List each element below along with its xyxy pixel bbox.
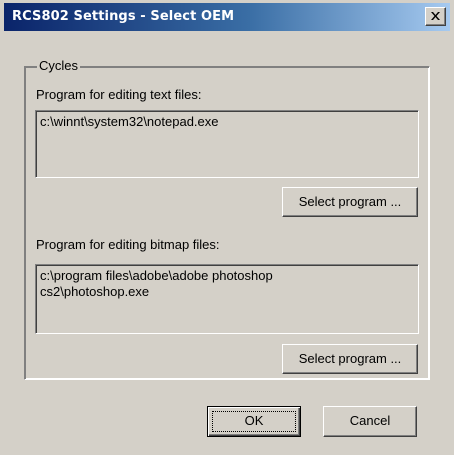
select-bitmap-program-button[interactable]: Select program ...: [282, 344, 418, 374]
bitmap-editor-path-field[interactable]: c:\program files\adobe\adobe photoshop c…: [35, 264, 419, 334]
window-title: RCS802 Settings - Select OEM: [12, 9, 235, 24]
cycles-group-label: Cycles: [37, 58, 81, 73]
close-button[interactable]: [425, 7, 446, 26]
title-bar[interactable]: RCS802 Settings - Select OEM: [4, 3, 450, 31]
settings-dialog: RCS802 Settings - Select OEM Cycles Prog…: [0, 0, 454, 455]
close-icon: [431, 12, 440, 20]
text-editor-path-field[interactable]: c:\winnt\system32\notepad.exe: [35, 110, 419, 178]
ok-button[interactable]: OK: [207, 406, 301, 437]
cancel-button[interactable]: Cancel: [323, 406, 417, 437]
ok-button-label: OK: [244, 413, 264, 428]
select-text-program-button[interactable]: Select program ...: [282, 187, 418, 217]
text-editor-label: Program for editing text files:: [36, 87, 202, 102]
bitmap-editor-label: Program for editing bitmap files:: [36, 237, 220, 252]
